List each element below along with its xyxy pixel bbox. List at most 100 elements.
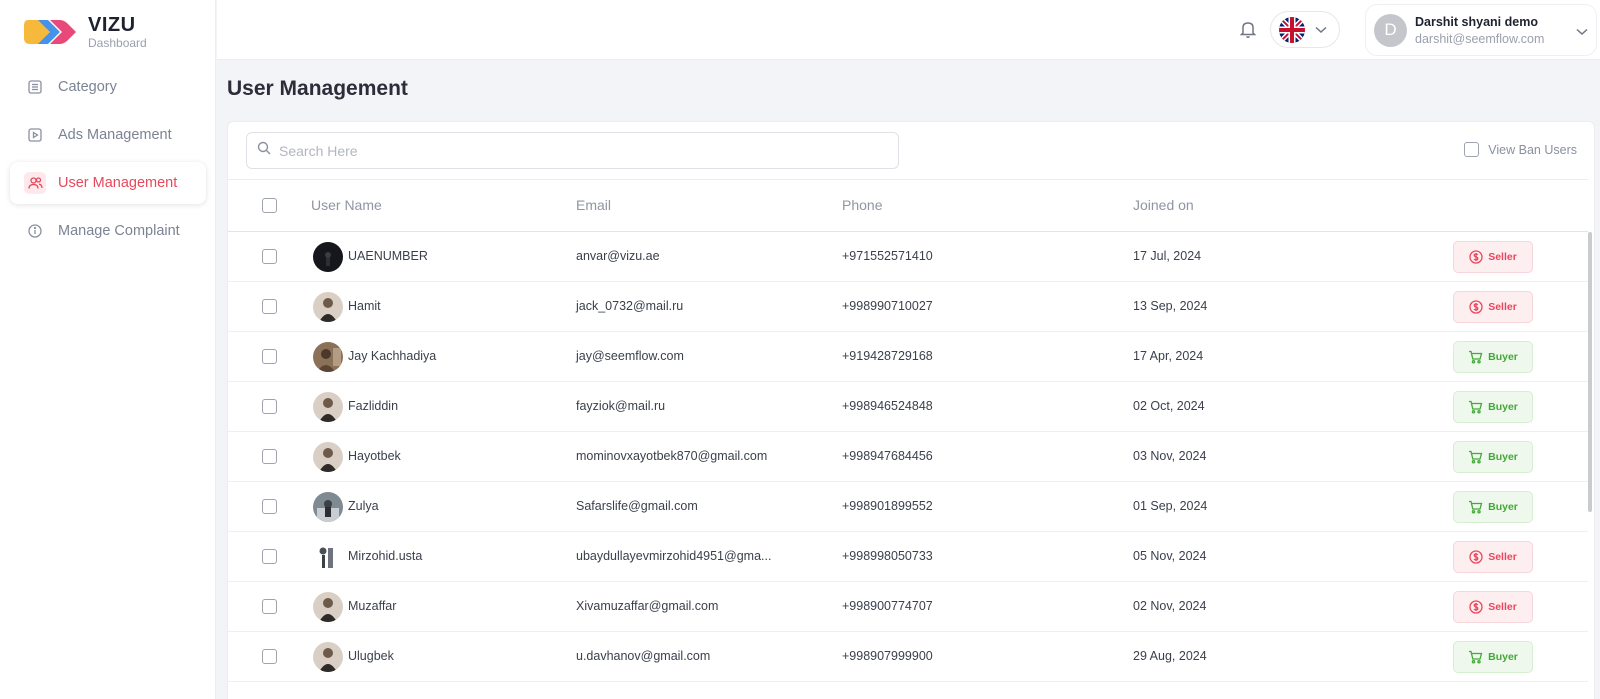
scrollbar-thumb[interactable] (1588, 232, 1592, 512)
role-badge-seller[interactable]: Seller (1453, 591, 1533, 623)
user-avatar (313, 242, 343, 272)
sidebar-item-label: Category (58, 79, 117, 95)
table-row[interactable]: Mirzohid.usta ubaydullayevmirzohid4951@g… (228, 532, 1588, 582)
role-badge-buyer[interactable]: Buyer (1453, 441, 1533, 473)
role-badge-seller[interactable]: Seller (1453, 241, 1533, 273)
user-avatar (313, 642, 343, 672)
phone-cell: +998946524848 (842, 399, 933, 413)
role-badge-buyer[interactable]: Buyer (1453, 341, 1533, 373)
cart-icon (1469, 350, 1483, 364)
cart-icon (1469, 450, 1483, 464)
row-checkbox[interactable] (262, 349, 277, 364)
sidebar-nav: Category Ads Management User Management (10, 66, 206, 258)
table-body: UAENUMBER anvar@vizu.ae +971552571410 17… (228, 232, 1588, 682)
view-ban-users[interactable]: View Ban Users (1464, 142, 1577, 157)
joined-cell: 17 Apr, 2024 (1133, 349, 1204, 363)
table-row[interactable]: Jay Kachhadiya jay@seemflow.com +9194287… (228, 332, 1588, 382)
role-label: Buyer (1488, 451, 1518, 463)
joined-cell: 03 Nov, 2024 (1133, 449, 1207, 463)
table-row[interactable]: Ulugbek u.davhanov@gmail.com +9989079999… (228, 632, 1588, 682)
avatar: D (1374, 13, 1407, 47)
search-icon (257, 141, 271, 160)
role-label: Seller (1488, 601, 1517, 613)
role-badge-buyer[interactable]: Buyer (1453, 491, 1533, 523)
language-selector[interactable] (1270, 11, 1340, 48)
chevron-down-icon (1315, 21, 1327, 39)
joined-cell: 05 Nov, 2024 (1133, 549, 1207, 563)
column-joined-on[interactable]: Joined on (1133, 197, 1194, 213)
column-user-name[interactable]: User Name (311, 197, 382, 213)
email-cell: anvar@vizu.ae (576, 249, 660, 263)
sidebar-item-ads-management[interactable]: Ads Management (10, 114, 206, 156)
column-email[interactable]: Email (576, 197, 611, 213)
user-name: Darshit shyani demo (1415, 14, 1538, 29)
vizu-logo-icon (22, 14, 78, 50)
sidebar-item-label: Manage Complaint (58, 223, 180, 239)
table-row[interactable]: UAENUMBER anvar@vizu.ae +971552571410 17… (228, 232, 1588, 282)
table-row[interactable]: Hayotbek mominovxayotbek870@gmail.com +9… (228, 432, 1588, 482)
role-badge-seller[interactable]: Seller (1453, 541, 1533, 573)
sidebar-item-label: Ads Management (58, 127, 172, 143)
joined-cell: 02 Oct, 2024 (1133, 399, 1205, 413)
joined-cell: 13 Sep, 2024 (1133, 299, 1208, 313)
brand-title: VIZU (88, 14, 136, 36)
view-ban-users-label: View Ban Users (1488, 142, 1577, 157)
table-scrollbar[interactable] (1586, 232, 1594, 699)
view-ban-users-checkbox[interactable] (1464, 142, 1480, 157)
row-checkbox[interactable] (262, 499, 277, 514)
phone-cell: +998990710027 (842, 299, 933, 313)
user-avatar (313, 542, 343, 572)
table-row[interactable]: Muzaffar Xivamuzaffar@gmail.com +9989007… (228, 582, 1588, 632)
column-phone[interactable]: Phone (842, 197, 882, 213)
user-table-card: View Ban Users User Name Email Phone Joi… (227, 121, 1595, 699)
role-badge-buyer[interactable]: Buyer (1453, 641, 1533, 673)
row-checkbox[interactable] (262, 299, 277, 314)
row-checkbox[interactable] (262, 599, 277, 614)
role-badge-seller[interactable]: Seller (1453, 291, 1533, 323)
email-cell: u.davhanov@gmail.com (576, 649, 711, 663)
user-avatar (313, 392, 343, 422)
sidebar-item-user-management[interactable]: User Management (10, 162, 206, 204)
row-checkbox[interactable] (262, 249, 277, 264)
user-name-cell: Hayotbek (348, 449, 401, 463)
search-input[interactable] (279, 142, 879, 159)
select-all-checkbox[interactable] (262, 198, 277, 213)
email-cell: Xivamuzaffar@gmail.com (576, 599, 719, 613)
dollar-circle-icon (1469, 250, 1483, 264)
users-icon (24, 172, 46, 194)
role-badge-buyer[interactable]: Buyer (1453, 391, 1533, 423)
sidebar: VIZU Dashboard Category Ads Management U… (0, 0, 216, 699)
user-menu[interactable]: D Darshit shyani demo darshit@seemflow.c… (1365, 4, 1597, 56)
brand[interactable]: VIZU Dashboard (22, 14, 147, 50)
play-square-icon (24, 124, 46, 146)
role-label: Buyer (1488, 651, 1518, 663)
table-row[interactable]: Hamit jack_0732@mail.ru +998990710027 13… (228, 282, 1588, 332)
role-label: Seller (1488, 551, 1517, 563)
role-label: Buyer (1488, 501, 1518, 513)
row-checkbox[interactable] (262, 449, 277, 464)
phone-cell: +998900774707 (842, 599, 933, 613)
table-header: User Name Email Phone Joined on (228, 179, 1588, 232)
chevron-down-icon (1576, 23, 1588, 41)
phone-cell: +971552571410 (842, 249, 933, 263)
brand-subtitle: Dashboard (88, 36, 147, 50)
phone-cell: +919428729168 (842, 349, 933, 363)
row-checkbox[interactable] (262, 649, 277, 664)
search-box[interactable] (246, 132, 899, 169)
sidebar-item-category[interactable]: Category (10, 66, 206, 108)
bell-icon[interactable] (1237, 18, 1259, 40)
user-name-cell: Zulya (348, 499, 379, 513)
info-circle-icon (24, 220, 46, 242)
table-row[interactable]: Fazliddin fayziok@mail.ru +998946524848 … (228, 382, 1588, 432)
joined-cell: 02 Nov, 2024 (1133, 599, 1207, 613)
user-name-cell: Mirzohid.usta (348, 549, 423, 563)
row-checkbox[interactable] (262, 549, 277, 564)
table-row[interactable]: Zulya Safarslife@gmail.com +998901899552… (228, 482, 1588, 532)
email-cell: fayziok@mail.ru (576, 399, 666, 413)
role-label: Seller (1488, 251, 1517, 263)
row-checkbox[interactable] (262, 399, 277, 414)
joined-cell: 01 Sep, 2024 (1133, 499, 1208, 513)
sidebar-item-manage-complaint[interactable]: Manage Complaint (10, 210, 206, 252)
email-cell: jay@seemflow.com (576, 349, 684, 363)
joined-cell: 29 Aug, 2024 (1133, 649, 1207, 663)
